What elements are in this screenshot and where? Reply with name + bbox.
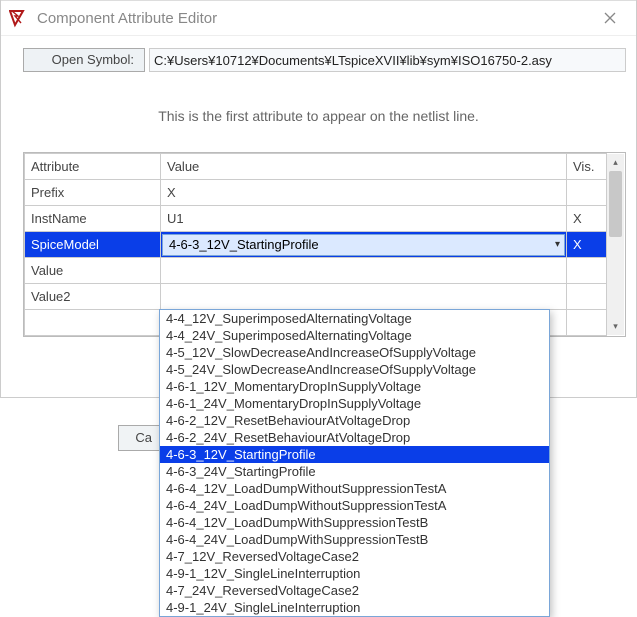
dropdown-option[interactable]: 4-6-4_12V_LoadDumpWithoutSuppressionTest… — [160, 480, 549, 497]
cell-value[interactable]: X — [161, 180, 567, 206]
dropdown-option[interactable]: 4-7_12V_ReversedVoltageCase2 — [160, 548, 549, 565]
cell-value[interactable] — [161, 258, 567, 284]
table-scrollbar[interactable]: ▴ ▾ — [607, 154, 624, 335]
scroll-thumb[interactable] — [609, 171, 622, 237]
cell-vis[interactable] — [567, 180, 607, 206]
cell-attr: Value — [25, 258, 161, 284]
cell-attr: Value2 — [25, 284, 161, 310]
spicemodel-combobox[interactable]: 4-6-3_12V_StartingProfile ▾ — [162, 234, 565, 256]
dropdown-option[interactable]: 4-6-3_24V_StartingProfile — [160, 463, 549, 480]
cell-vis[interactable] — [567, 284, 607, 310]
symbol-path-field[interactable]: C:¥Users¥10712¥Documents¥LTspiceXVII¥lib… — [149, 48, 626, 72]
dropdown-option[interactable]: 4-9-1_24V_SingleLineInterruption — [160, 599, 549, 616]
close-button[interactable] — [590, 4, 630, 32]
dropdown-option[interactable]: 4-9-1_12V_SingleLineInterruption — [160, 565, 549, 582]
dropdown-option[interactable]: 4-5_24V_SlowDecreaseAndIncreaseOfSupplyV… — [160, 361, 549, 378]
dropdown-option[interactable]: 4-5_12V_SlowDecreaseAndIncreaseOfSupplyV… — [160, 344, 549, 361]
scroll-up-arrow-icon[interactable]: ▴ — [607, 154, 624, 171]
cell-attr: Prefix — [25, 180, 161, 206]
header-visible[interactable]: Vis. — [567, 154, 607, 180]
cell-vis[interactable]: X — [567, 232, 607, 258]
table-row[interactable]: InstName U1 X — [25, 206, 625, 232]
chevron-down-icon: ▾ — [555, 239, 560, 250]
scroll-track[interactable] — [607, 171, 624, 318]
header-attribute[interactable]: Attribute — [25, 154, 161, 180]
scroll-down-arrow-icon[interactable]: ▾ — [607, 318, 624, 335]
app-icon — [9, 8, 29, 28]
combobox-value: 4-6-3_12V_StartingProfile — [169, 237, 319, 252]
cell-attr: InstName — [25, 206, 161, 232]
dropdown-option[interactable]: 4-6-2_12V_ResetBehaviourAtVoltageDrop — [160, 412, 549, 429]
dropdown-option[interactable]: 4-6-1_24V_MomentaryDropInSupplyVoltage — [160, 395, 549, 412]
table-row[interactable]: Value — [25, 258, 625, 284]
table-row[interactable]: Prefix X — [25, 180, 625, 206]
dropdown-option[interactable]: 4-6-4_24V_LoadDumpWithSuppressionTestB — [160, 531, 549, 548]
cell-value-combo[interactable]: 4-6-3_12V_StartingProfile ▾ — [161, 232, 567, 258]
table-row-selected[interactable]: SpiceModel 4-6-3_12V_StartingProfile ▾ X — [25, 232, 625, 258]
dropdown-option[interactable]: 4-6-2_24V_ResetBehaviourAtVoltageDrop — [160, 429, 549, 446]
spicemodel-dropdown-list[interactable]: 4-4_12V_SuperimposedAlternatingVoltage4-… — [159, 309, 550, 617]
table-header-row: Attribute Value Vis. — [25, 154, 625, 180]
toolbar: Open Symbol: C:¥Users¥10712¥Documents¥LT… — [1, 36, 636, 78]
cell-value[interactable]: U1 — [161, 206, 567, 232]
open-symbol-button[interactable]: Open Symbol: — [23, 48, 145, 72]
cell-attr — [25, 310, 161, 336]
dropdown-option[interactable]: 4-6-3_12V_StartingProfile — [160, 446, 549, 463]
close-icon — [604, 12, 616, 24]
cell-vis[interactable] — [567, 258, 607, 284]
dropdown-option[interactable]: 4-4_24V_SuperimposedAlternatingVoltage — [160, 327, 549, 344]
header-value[interactable]: Value — [161, 154, 567, 180]
dropdown-option[interactable]: 4-7_24V_ReversedVoltageCase2 — [160, 582, 549, 599]
info-text: This is the first attribute to appear on… — [1, 78, 636, 152]
cell-vis[interactable] — [567, 310, 607, 336]
dropdown-option[interactable]: 4-4_12V_SuperimposedAlternatingVoltage — [160, 310, 549, 327]
cell-vis[interactable]: X — [567, 206, 607, 232]
window-title: Component Attribute Editor — [37, 10, 590, 27]
titlebar: Component Attribute Editor — [1, 0, 636, 36]
cell-value[interactable] — [161, 284, 567, 310]
cell-attr: SpiceModel — [25, 232, 161, 258]
dropdown-option[interactable]: 4-6-4_12V_LoadDumpWithSuppressionTestB — [160, 514, 549, 531]
table-row[interactable]: Value2 — [25, 284, 625, 310]
cancel-button-partial[interactable]: Ca — [118, 425, 160, 451]
dropdown-option[interactable]: 4-6-4_24V_LoadDumpWithoutSuppressionTest… — [160, 497, 549, 514]
dropdown-option[interactable]: 4-6-1_12V_MomentaryDropInSupplyVoltage — [160, 378, 549, 395]
